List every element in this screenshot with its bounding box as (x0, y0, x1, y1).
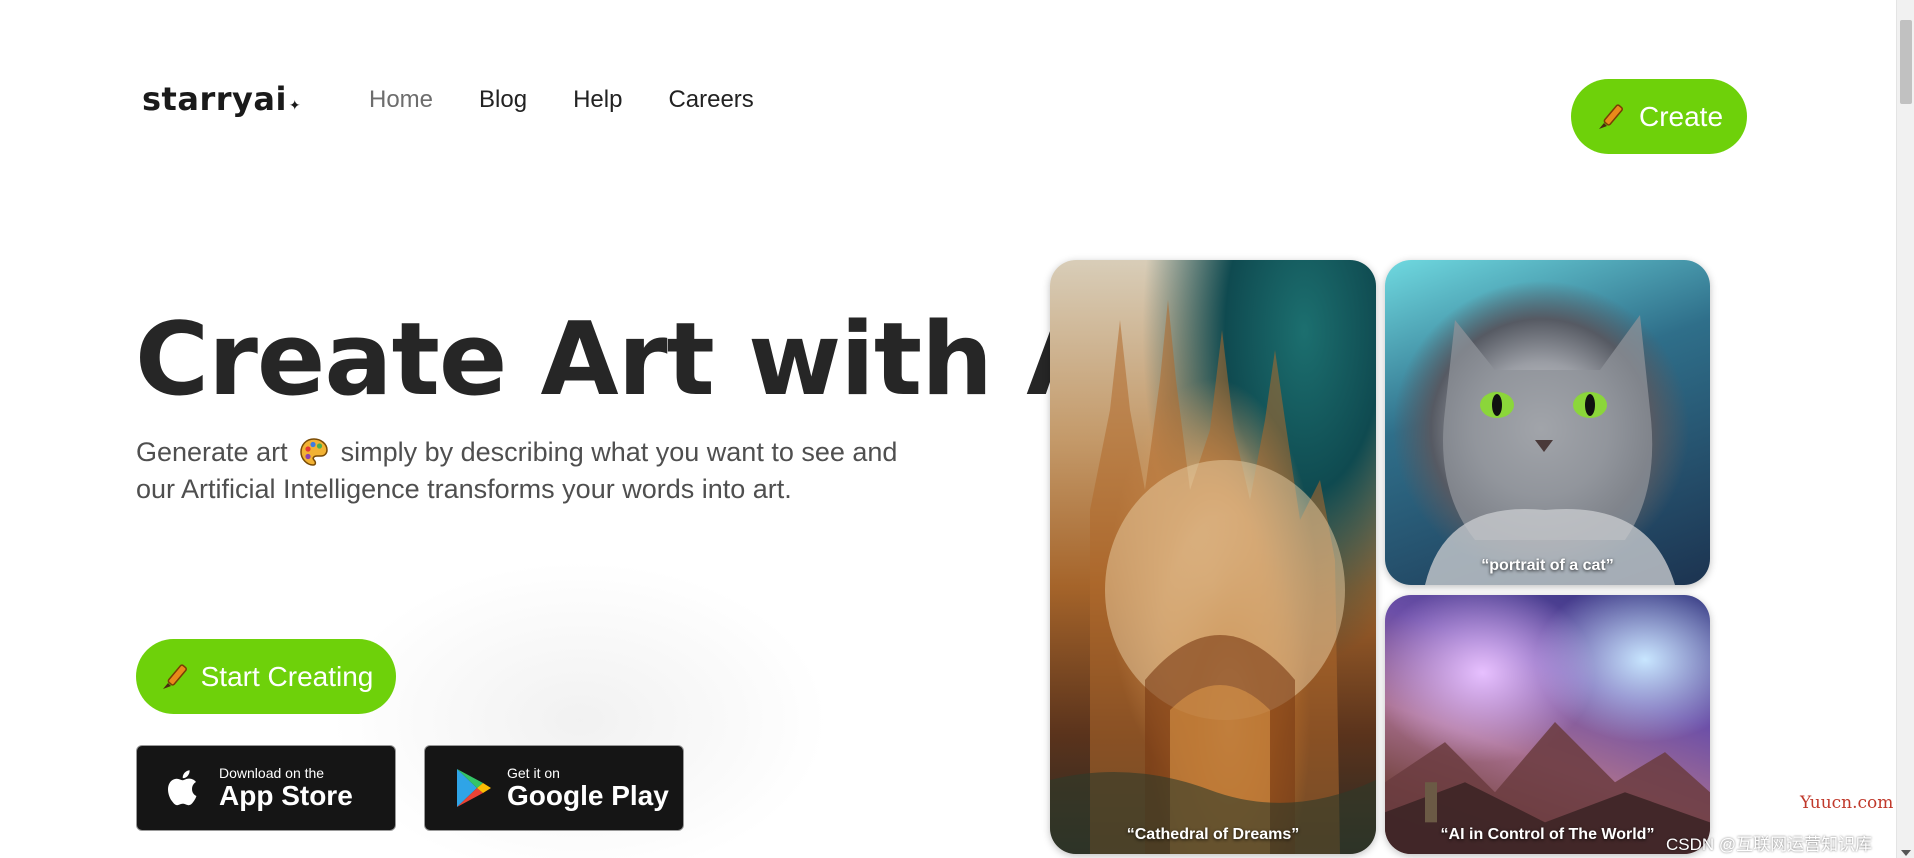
hero-subtitle-start: Generate art (136, 437, 288, 467)
brush-icon (1595, 101, 1627, 133)
logo[interactable]: starryai ✦ (142, 80, 301, 118)
nav-careers[interactable]: Careers (668, 86, 753, 114)
start-creating-label: Start Creating (200, 660, 374, 692)
palette-icon (299, 437, 329, 467)
gallery-caption: “AI in Control of The World” (1440, 826, 1655, 843)
gallery-caption: “portrait of a cat” (1481, 557, 1614, 574)
create-button[interactable]: Create (1571, 79, 1747, 154)
scrollbar-thumb[interactable] (1900, 20, 1912, 104)
hero-subtitle: Generate art simply by describing what y… (136, 434, 936, 508)
app-store-big: App Store (219, 780, 353, 811)
google-play-text: Get it on Google Play (507, 765, 669, 811)
scroll-down-arrow-icon[interactable] (1901, 850, 1911, 856)
landing-page: starryai ✦ Home Blog Help Careers Create … (0, 0, 1896, 858)
main-nav: Home Blog Help Careers (369, 86, 754, 114)
watermark-site: Yuucn.com (1800, 793, 1894, 813)
gallery-card-space: “AI in Control of The World” (1385, 595, 1710, 854)
vertical-scrollbar[interactable] (1896, 0, 1914, 858)
nav-home[interactable]: Home (369, 86, 433, 114)
google-play-button[interactable]: Get it on Google Play (424, 745, 684, 831)
brush-icon (159, 661, 191, 693)
create-button-label: Create (1638, 100, 1724, 132)
gallery-card-cat: “portrait of a cat” (1385, 260, 1710, 585)
google-play-big: Google Play (507, 780, 669, 811)
apple-icon (165, 766, 205, 810)
app-store-text: Download on the App Store (219, 765, 353, 811)
gallery-caption: “Cathedral of Dreams” (1126, 826, 1300, 843)
logo-text: starryai (142, 80, 287, 118)
app-store-small: Download on the (219, 765, 325, 781)
start-creating-button[interactable]: Start Creating (136, 639, 396, 714)
gallery-card-cathedral: “Cathedral of Dreams” (1050, 260, 1376, 854)
hero-title: Create Art with AI (135, 300, 1141, 418)
logo-star-icon: ✦ (288, 98, 302, 114)
cathedral-artwork (1050, 300, 1376, 854)
app-store-button[interactable]: Download on the App Store (136, 745, 396, 831)
cat-artwork (1425, 315, 1675, 585)
watermark-csdn: CSDN @互联网运营知识库 (1666, 835, 1873, 854)
google-play-icon (453, 766, 493, 810)
nav-blog[interactable]: Blog (479, 86, 527, 114)
google-play-small: Get it on (507, 765, 560, 781)
nav-help[interactable]: Help (573, 86, 622, 114)
